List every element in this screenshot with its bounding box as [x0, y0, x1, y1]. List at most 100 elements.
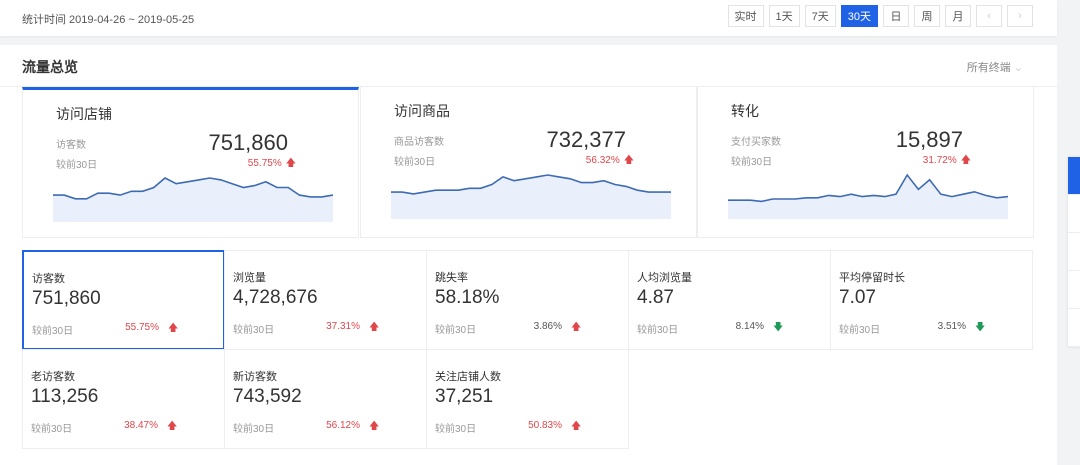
summary-title: 访问商品 — [394, 103, 450, 119]
metric-value: 113,256 — [31, 386, 99, 407]
metric-card[interactable]: 关注店铺人数 37,251 较前30日 50.83% 🡅 — [426, 349, 629, 449]
metric-value: 4.87 — [637, 287, 674, 308]
sparkline-chart — [728, 173, 1008, 219]
arrow-up-icon: 🡅 — [168, 323, 179, 334]
metric-compare-label: 较前30日 — [233, 424, 275, 435]
metric-change: 3.86% — [512, 321, 562, 332]
metric-change-pct: 37.31% — [326, 321, 360, 332]
side-tab[interactable] — [1068, 195, 1080, 233]
side-tab[interactable] — [1068, 271, 1080, 309]
metric-change: 8.14% — [714, 321, 764, 332]
metric-name: 关注店铺人数 — [435, 371, 501, 383]
summary-title: 转化 — [731, 103, 759, 119]
period-1day-button[interactable]: 1天 — [768, 5, 800, 27]
top-bar: 统计时间 2019-04-26 ~ 2019-05-25 实时 1天 7天 30… — [0, 0, 1057, 36]
metric-change: 56.12% — [310, 420, 360, 431]
sparkline-area — [728, 175, 1008, 219]
arrow-up-icon: 🡅 — [369, 421, 380, 432]
side-tab[interactable] — [1068, 233, 1080, 271]
sparkline-chart — [53, 177, 333, 222]
summary-metric-label: 访客数 — [56, 140, 86, 151]
summary-change: 56.32% 🡅 — [586, 153, 634, 170]
arrow-up-icon: 🡅 — [960, 155, 971, 166]
metric-name: 老访客数 — [31, 371, 75, 383]
terminal-filter-dropdown[interactable]: 所有终端 ⌄ — [967, 59, 1023, 75]
traffic-overview-panel: 流量总览 所有终端 ⌄ 访问店铺 访客数 较前30日 751,860 55.75… — [0, 45, 1057, 465]
metric-name: 访客数 — [32, 273, 65, 285]
side-tab[interactable] — [1068, 157, 1080, 195]
period-buttons: 实时 1天 7天 30天 日 周 月 ‹ › — [727, 5, 1033, 27]
metric-card[interactable]: 访客数 751,860 较前30日 55.75% 🡅 — [22, 250, 225, 350]
section-title: 流量总览 — [22, 59, 78, 75]
metric-value: 37,251 — [435, 386, 494, 407]
summary-value: 732,377 — [546, 127, 626, 152]
period-month-button[interactable]: 月 — [945, 5, 971, 27]
prev-chevron-icon[interactable]: ‹ — [976, 5, 1002, 27]
period-realtime-button[interactable]: 实时 — [727, 5, 764, 27]
terminal-filter-label: 所有终端 — [966, 62, 1011, 74]
metric-change-pct: 3.86% — [533, 321, 562, 332]
metric-name: 平均停留时长 — [839, 272, 905, 284]
arrow-up-icon: 🡅 — [571, 421, 582, 432]
metric-card[interactable]: 人均浏览量 4.87 较前30日 8.14% 🡇 — [628, 250, 831, 350]
metric-value: 7.07 — [839, 287, 876, 308]
summary-card[interactable]: 转化 支付买家数 较前30日 15,897 31.72% 🡅 — [697, 87, 1034, 238]
chevron-down-icon: ⌄ — [1013, 62, 1023, 74]
summary-card[interactable]: 访问商品 商品访客数 较前30日 732,377 56.32% 🡅 — [360, 87, 697, 238]
summary-change-pct: 31.72% — [922, 155, 957, 166]
metric-change: 3.51% — [916, 321, 966, 332]
metric-card[interactable]: 跳失率 58.18% 较前30日 3.86% 🡅 — [426, 250, 629, 350]
arrow-down-icon: 🡇 — [773, 322, 784, 333]
arrow-up-icon: 🡅 — [623, 155, 634, 166]
summary-compare-label: 较前30日 — [56, 160, 98, 171]
metric-change-pct: 8.14% — [735, 321, 764, 332]
summary-metric-label: 商品访客数 — [394, 137, 444, 148]
period-30day-button[interactable]: 30天 — [840, 5, 878, 27]
summary-change: 55.75% 🡅 — [248, 156, 296, 173]
metric-change-pct: 55.75% — [125, 322, 159, 333]
metric-change: 50.83% — [512, 420, 562, 431]
metric-card[interactable]: 浏览量 4,728,676 较前30日 37.31% 🡅 — [224, 250, 427, 350]
summary-value: 15,897 — [895, 127, 963, 152]
date-range-label: 统计时间 2019-04-26 ~ 2019-05-25 — [22, 14, 195, 26]
sparkline-area — [53, 178, 333, 222]
metric-value: 743,592 — [233, 386, 302, 407]
metric-compare-label: 较前30日 — [32, 326, 74, 337]
metric-compare-label: 较前30日 — [435, 424, 477, 435]
metric-change-pct: 56.12% — [326, 420, 360, 431]
metric-change-pct: 50.83% — [528, 420, 562, 431]
summary-compare-label: 较前30日 — [394, 157, 436, 168]
metric-compare-label: 较前30日 — [435, 325, 477, 336]
summary-change-pct: 56.32% — [585, 155, 620, 166]
summary-compare-label: 较前30日 — [731, 157, 773, 168]
arrow-up-icon: 🡅 — [369, 322, 380, 333]
metric-compare-label: 较前30日 — [637, 325, 679, 336]
metric-change: 55.75% — [109, 322, 159, 333]
metric-change: 37.31% — [310, 321, 360, 332]
next-chevron-icon[interactable]: › — [1007, 5, 1033, 27]
metric-value: 751,860 — [32, 288, 101, 309]
metric-card[interactable]: 老访客数 113,256 较前30日 38.47% 🡅 — [22, 349, 225, 449]
period-day-button[interactable]: 日 — [883, 5, 909, 27]
period-week-button[interactable]: 周 — [914, 5, 940, 27]
metric-name: 人均浏览量 — [637, 272, 692, 284]
summary-card[interactable]: 访问店铺 访客数 较前30日 751,860 55.75% 🡅 — [22, 87, 359, 238]
summary-change: 31.72% 🡅 — [923, 153, 971, 170]
metric-compare-label: 较前30日 — [839, 325, 881, 336]
summary-metric-label: 支付买家数 — [731, 137, 781, 148]
metric-card[interactable]: 平均停留时长 7.07 较前30日 3.51% 🡇 — [830, 250, 1033, 350]
arrow-down-icon: 🡇 — [975, 322, 986, 333]
metric-compare-label: 较前30日 — [233, 325, 275, 336]
metric-card[interactable]: 新访客数 743,592 较前30日 56.12% 🡅 — [224, 349, 427, 449]
arrow-up-icon: 🡅 — [167, 421, 178, 432]
metric-value: 58.18% — [435, 287, 500, 308]
metric-name: 新访客数 — [233, 371, 277, 383]
summary-change-pct: 55.75% — [247, 158, 282, 169]
sparkline-area — [391, 175, 671, 219]
period-7day-button[interactable]: 7天 — [804, 5, 836, 27]
summary-value: 751,860 — [208, 130, 288, 155]
metric-change-pct: 3.51% — [937, 321, 966, 332]
side-tab[interactable] — [1068, 309, 1080, 347]
arrow-up-icon: 🡅 — [285, 158, 296, 169]
metric-compare-label: 较前30日 — [31, 424, 73, 435]
